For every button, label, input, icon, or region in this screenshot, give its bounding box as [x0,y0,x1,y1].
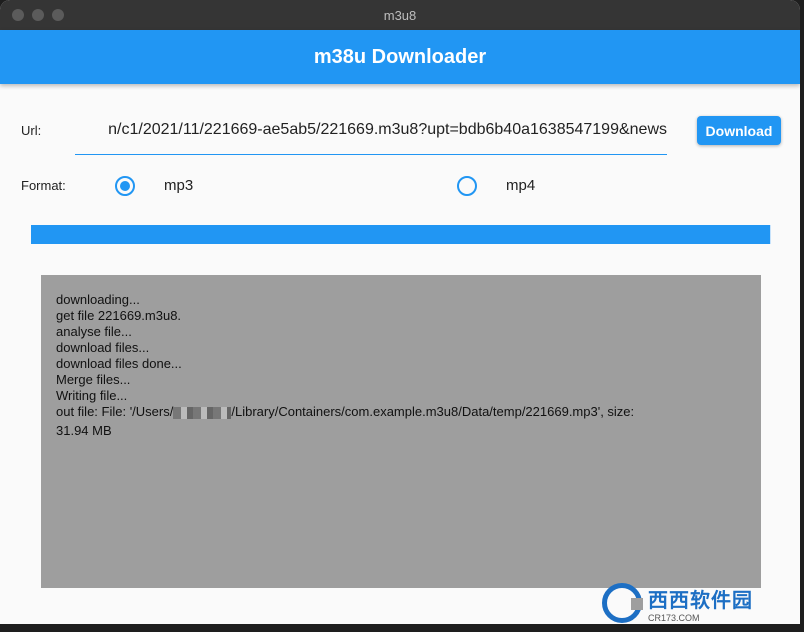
url-input-value: n/c1/2021/11/221669-ae5ab5/221669.m3u8?u… [108,121,667,138]
watermark-logo-icon [602,583,643,623]
window-title: m3u8 [383,7,417,23]
format-radio-mp4[interactable] [457,176,477,196]
watermark-sub-text: CR173.COM [648,612,700,623]
log-output: downloading... get file 221669.m3u8. ana… [41,275,761,588]
app-title: m38u Downloader [313,45,487,68]
url-label: Url: [21,123,42,138]
log-line: download files... [56,340,150,355]
redacted-username [173,406,232,419]
minimize-window-button[interactable] [32,9,44,21]
format-radio-mp3[interactable] [115,176,135,196]
format-option-mp3-label[interactable]: mp3 [164,177,193,194]
format-label: Format: [21,178,66,193]
close-window-button[interactable] [12,9,24,21]
traffic-lights [12,9,64,21]
site-watermark: 西西软件园 CR173.COM [602,578,802,628]
log-line: get file 221669.m3u8. [56,308,182,323]
watermark-main-text: 西西软件园 [648,589,753,612]
log-line: Merge files... [56,372,131,387]
app-bar: m38u Downloader [0,30,800,84]
window-titlebar[interactable]: m3u8 [0,0,800,30]
log-line: downloading... [56,292,140,307]
download-button[interactable]: Download [697,116,781,145]
download-progress-fill [31,225,770,244]
zoom-window-button[interactable] [52,9,64,21]
out-file-prefix: out file: File: '/Users/ [56,404,174,419]
url-input[interactable]: n/c1/2021/11/221669-ae5ab5/221669.m3u8?u… [75,112,667,155]
log-line-size: 31.94 MB [56,423,112,438]
log-line: download files done... [56,356,182,371]
app-window: m3u8 m38u Downloader Url: n/c1/2021/11/2… [0,0,800,624]
out-file-suffix: /Library/Containers/com.example.m3u8/Dat… [231,404,635,419]
format-option-mp4-label[interactable]: mp4 [506,177,535,194]
log-line-out-file: out file: File: '/Users/ /Library/Contain… [56,404,634,419]
log-line: Writing file... [56,388,128,403]
download-progress-bar [31,225,771,244]
log-line: analyse file... [56,324,132,339]
